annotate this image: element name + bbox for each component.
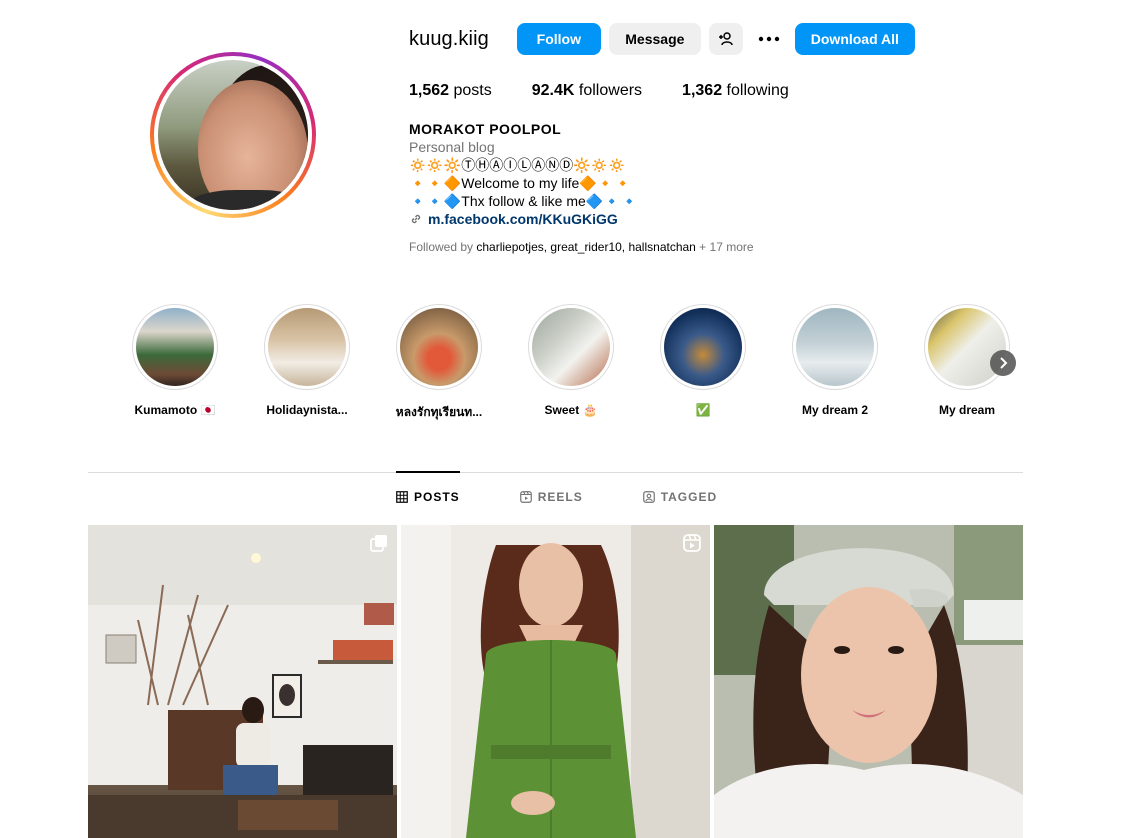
highlight-item[interactable]: My dream 2 bbox=[780, 304, 890, 417]
posts-count: 1,562 bbox=[409, 82, 450, 99]
bio-link-text[interactable]: m.facebook.com/KKuGKiGG bbox=[428, 210, 618, 228]
profile-header: kuug.kiig Follow Message Download All bbox=[409, 22, 915, 56]
post-thumbnail[interactable] bbox=[401, 525, 710, 838]
followers-label: followers bbox=[578, 82, 643, 99]
profile-tabs: POSTS REELS TAGGED bbox=[396, 490, 777, 504]
highlight-cover bbox=[136, 308, 214, 386]
followers-count: 92.4K bbox=[531, 82, 575, 99]
posts-label: posts bbox=[453, 82, 492, 99]
posts-grid bbox=[88, 525, 1023, 838]
highlight-item[interactable]: Holidaynista... bbox=[252, 304, 362, 417]
suggest-users-button[interactable] bbox=[708, 23, 743, 55]
followers-stat[interactable]: 92.4K followers bbox=[532, 82, 642, 100]
username: kuug.kiig bbox=[409, 27, 489, 50]
highlight-ring bbox=[924, 304, 1010, 390]
posts-stat: 1,562 posts bbox=[409, 82, 492, 100]
tab-tagged[interactable]: TAGGED bbox=[642, 490, 718, 504]
follow-button[interactable]: Follow bbox=[516, 23, 601, 55]
tab-tagged-label: TAGGED bbox=[660, 490, 718, 504]
highlight-cover bbox=[928, 308, 1006, 386]
avatar-shirt-shape bbox=[188, 190, 308, 210]
highlight-item[interactable]: หลงรักทุเรียนท... bbox=[384, 304, 494, 422]
highlight-item[interactable]: Sweet 🎂 bbox=[516, 304, 626, 417]
carousel-icon bbox=[370, 535, 387, 552]
highlight-ring bbox=[792, 304, 878, 390]
bio-category: Personal blog bbox=[409, 139, 495, 155]
story-highlights: Kumamoto 🇯🇵 Holidaynista... หลงรักทุเรีย… bbox=[120, 304, 1020, 424]
reels-icon bbox=[519, 491, 532, 503]
profile-stats: 1,562 posts 92.4K followers 1,362 follow… bbox=[409, 82, 829, 100]
person-add-icon bbox=[718, 32, 733, 46]
tab-reels[interactable]: REELS bbox=[519, 490, 583, 504]
bio-line-2: 🔸🔸🔶Welcome to my life🔶🔸🔸 bbox=[409, 175, 632, 191]
followed-by-names[interactable]: charliepotjes, great_rider10, hallsnatch… bbox=[476, 240, 695, 254]
highlight-ring bbox=[528, 304, 614, 390]
highlight-item[interactable]: ✅ bbox=[648, 304, 758, 417]
highlight-ring bbox=[396, 304, 482, 390]
more-horizontal-icon bbox=[758, 36, 780, 42]
bio-line-3: 🔹🔹🔷Thx follow & like me🔷🔹🔹 bbox=[409, 193, 639, 209]
highlight-item[interactable]: Kumamoto 🇯🇵 bbox=[120, 304, 230, 417]
followed-by-prefix: Followed by bbox=[409, 240, 477, 254]
following-stat[interactable]: 1,362 following bbox=[682, 82, 789, 100]
avatar-border bbox=[154, 56, 312, 214]
tagged-icon bbox=[642, 491, 655, 503]
following-count: 1,362 bbox=[682, 82, 723, 99]
highlight-label: Holidaynista... bbox=[266, 403, 348, 417]
active-tab-indicator bbox=[396, 471, 460, 473]
highlight-label: My dream 2 bbox=[801, 403, 869, 417]
highlight-cover bbox=[268, 308, 346, 386]
followed-by[interactable]: Followed by charliepotjes, great_rider10… bbox=[409, 238, 829, 256]
post-image-scene bbox=[401, 525, 710, 838]
avatar-photo bbox=[158, 60, 308, 210]
highlight-label: Kumamoto 🇯🇵 bbox=[134, 403, 216, 417]
following-label: following bbox=[726, 82, 789, 99]
chevron-right-icon bbox=[1000, 357, 1008, 369]
link-icon bbox=[411, 214, 421, 224]
message-button[interactable]: Message bbox=[608, 23, 701, 55]
post-thumbnail[interactable] bbox=[88, 525, 397, 838]
highlight-label: My dream bbox=[938, 403, 996, 417]
tabs-divider bbox=[88, 472, 1023, 473]
post-thumbnail[interactable] bbox=[714, 525, 1023, 838]
download-all-button[interactable]: Download All bbox=[794, 23, 915, 55]
highlight-cover bbox=[664, 308, 742, 386]
grid-icon bbox=[396, 491, 408, 503]
followed-by-more[interactable]: + 17 more bbox=[696, 240, 753, 254]
profile-avatar[interactable] bbox=[150, 52, 316, 218]
post-image-scene bbox=[88, 525, 397, 838]
highlight-cover bbox=[796, 308, 874, 386]
highlight-ring bbox=[660, 304, 746, 390]
tab-posts[interactable]: POSTS bbox=[396, 490, 460, 504]
profile-bio: MORAKOT POOLPOL Personal blog 🔅🔅🔆ⓉⒽⒶⒾⓁⒶⓃ… bbox=[409, 120, 829, 256]
highlight-ring bbox=[132, 304, 218, 390]
bio-full-name: MORAKOT POOLPOL bbox=[409, 121, 562, 137]
highlight-cover bbox=[400, 308, 478, 386]
post-image-scene bbox=[714, 525, 1023, 838]
tab-posts-label: POSTS bbox=[414, 490, 460, 504]
highlight-label: Sweet 🎂 bbox=[544, 403, 598, 417]
reel-icon bbox=[683, 534, 701, 552]
bio-line-1: 🔅🔅🔆ⓉⒽⒶⒾⓁⒶⓃⒹ🔆🔅🔅 bbox=[409, 157, 626, 173]
highlights-next-button[interactable] bbox=[990, 350, 1016, 376]
bio-external-link[interactable]: m.facebook.com/KKuGKiGG bbox=[409, 210, 829, 228]
more-options-button[interactable] bbox=[757, 23, 781, 55]
highlight-label: ✅ bbox=[695, 403, 711, 417]
highlight-ring bbox=[264, 304, 350, 390]
highlight-cover bbox=[532, 308, 610, 386]
tab-reels-label: REELS bbox=[537, 490, 583, 504]
highlight-label: หลงรักทุเรียนท... bbox=[395, 405, 483, 419]
